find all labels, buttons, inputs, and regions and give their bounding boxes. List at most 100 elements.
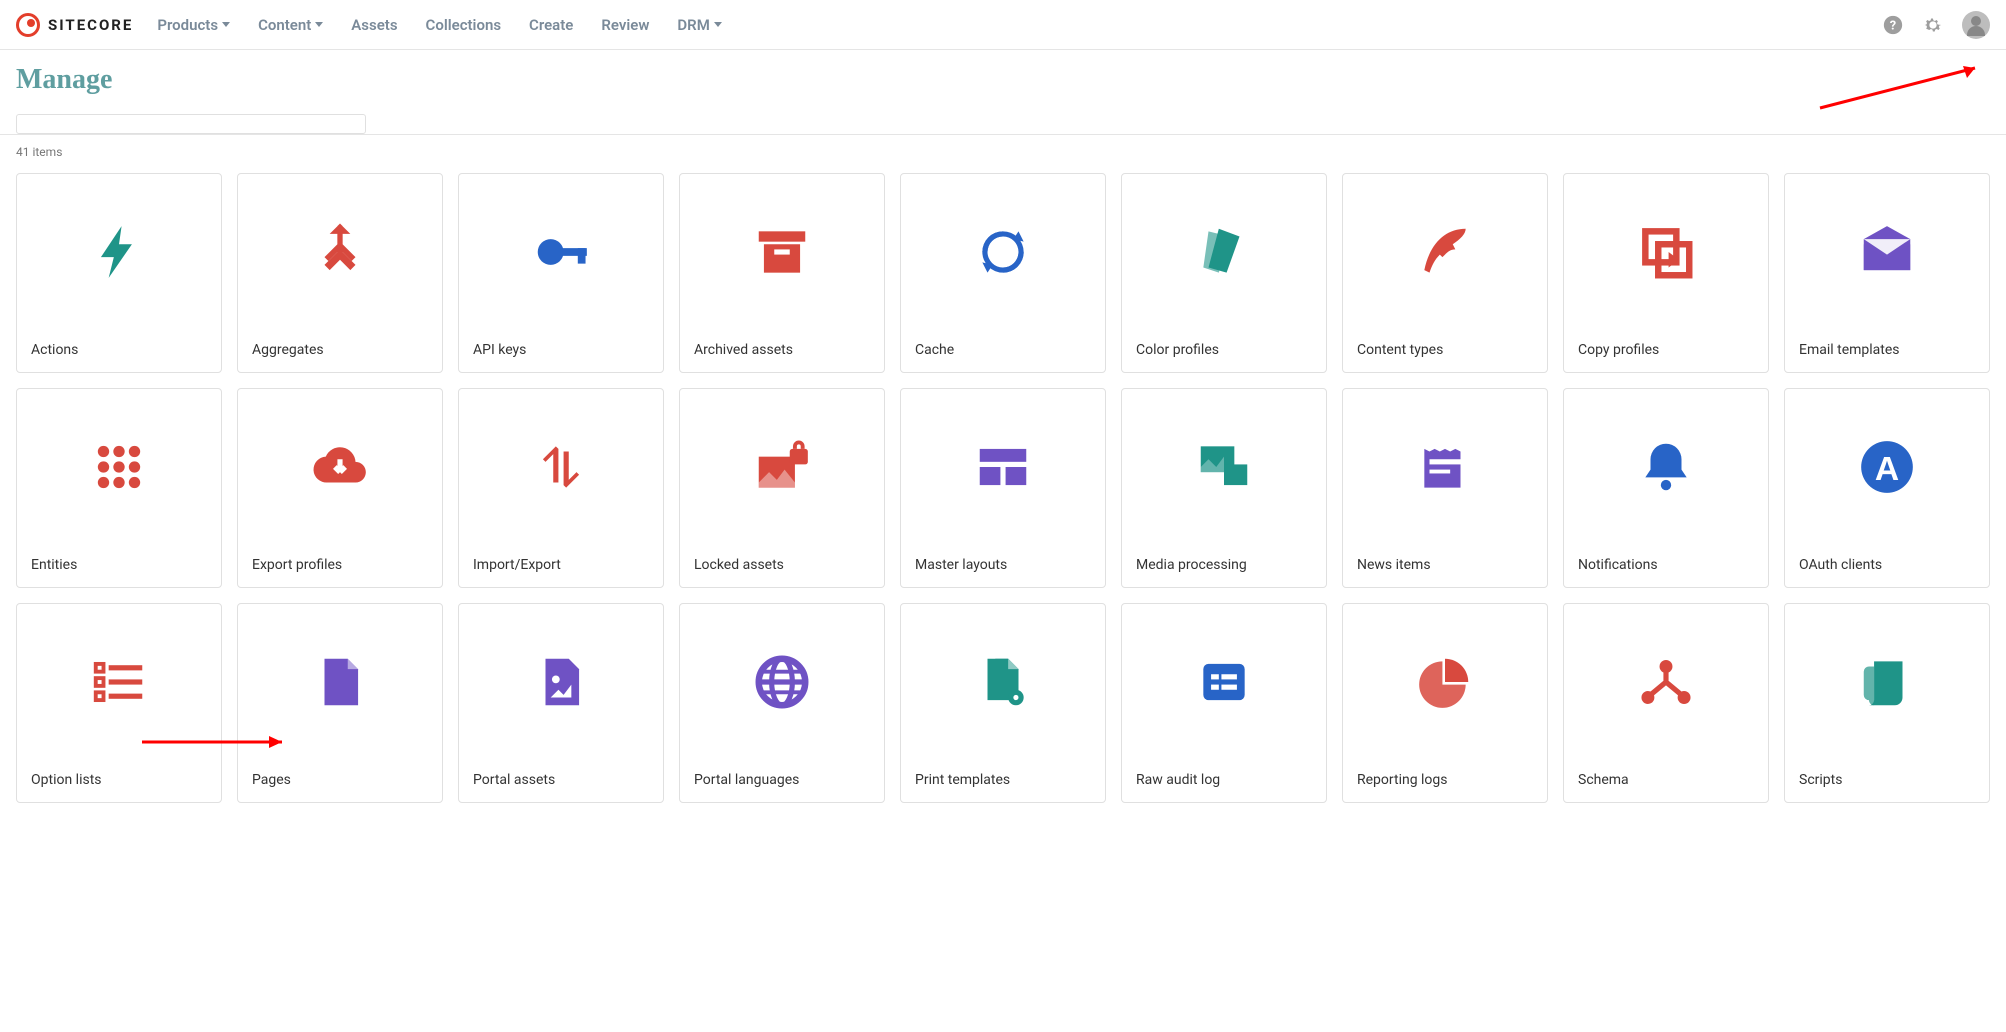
tile-email-templates[interactable]: Email templates xyxy=(1784,173,1990,373)
tile-schema[interactable]: Schema xyxy=(1563,603,1769,803)
scroll-icon xyxy=(1785,604,1989,760)
top-navigation: SITECORE Products Content Assets Collection… xyxy=(0,0,2006,50)
nav-item-review[interactable]: Review xyxy=(601,16,649,34)
tile-pages[interactable]: Pages xyxy=(237,603,443,803)
nav-item-assets[interactable]: Assets xyxy=(351,16,397,34)
lockimage-icon xyxy=(680,389,884,545)
grid9-icon xyxy=(17,389,221,545)
tile-oauth-clients[interactable]: OAuth clients xyxy=(1784,388,1990,588)
nav-item-label: Content xyxy=(258,16,311,34)
tile-api-keys[interactable]: API keys xyxy=(458,173,664,373)
tile-import-export[interactable]: Import/Export xyxy=(458,388,664,588)
topnav-right: ? xyxy=(1882,11,1990,39)
gear-icon[interactable] xyxy=(1922,14,1944,36)
logo-icon xyxy=(16,13,40,37)
tile-label: Entities xyxy=(17,545,221,587)
tile-option-lists[interactable]: Option lists xyxy=(16,603,222,803)
nav-items: Products Content Assets Collections Create Re… xyxy=(157,16,721,34)
nav-item-products[interactable]: Products xyxy=(157,16,230,34)
page-title: Manage xyxy=(16,64,1990,96)
tile-color-profiles[interactable]: Color profiles xyxy=(1121,173,1327,373)
tile-label: News items xyxy=(1343,545,1547,587)
tile-label: Scripts xyxy=(1785,760,1989,802)
nav-item-label: Review xyxy=(601,16,649,34)
schema-icon xyxy=(1564,604,1768,760)
list-icon xyxy=(17,604,221,760)
tile-label: API keys xyxy=(459,330,663,372)
help-icon[interactable]: ? xyxy=(1882,14,1904,36)
tile-label: Media processing xyxy=(1122,545,1326,587)
tile-label: Option lists xyxy=(17,760,221,802)
tile-label: Copy profiles xyxy=(1564,330,1768,372)
logo[interactable]: SITECORE xyxy=(16,13,133,37)
tile-label: Archived assets xyxy=(680,330,884,372)
nav-item-label: Assets xyxy=(351,16,397,34)
nav-item-drm[interactable]: DRM xyxy=(677,16,721,34)
merge-icon xyxy=(238,174,442,330)
tile-scripts[interactable]: Scripts xyxy=(1784,603,1990,803)
bell-icon xyxy=(1564,389,1768,545)
feather-icon xyxy=(1343,174,1547,330)
tile-label: Notifications xyxy=(1564,545,1768,587)
tile-label: Locked assets xyxy=(680,545,884,587)
tile-media-processing[interactable]: Media processing xyxy=(1121,388,1327,588)
tile-label: Raw audit log xyxy=(1122,760,1326,802)
tile-label: OAuth clients xyxy=(1785,545,1989,587)
tile-label: Export profiles xyxy=(238,545,442,587)
tile-label: Aggregates xyxy=(238,330,442,372)
user-avatar[interactable] xyxy=(1962,11,1990,39)
copy-icon xyxy=(1564,174,1768,330)
tile-portal-assets[interactable]: Portal assets xyxy=(458,603,664,803)
media-icon xyxy=(1122,389,1326,545)
tile-label: Cache xyxy=(901,330,1105,372)
nav-item-label: Create xyxy=(529,16,573,34)
chevron-down-icon xyxy=(315,22,323,27)
search-input[interactable] xyxy=(16,114,366,134)
tile-copy-profiles[interactable]: Copy profiles xyxy=(1563,173,1769,373)
page-header: Manage xyxy=(0,50,2006,135)
tile-print-templates[interactable]: Print templates xyxy=(900,603,1106,803)
key-icon xyxy=(459,174,663,330)
tile-label: Reporting logs xyxy=(1343,760,1547,802)
archive-icon xyxy=(680,174,884,330)
svg-text:?: ? xyxy=(1890,18,1896,33)
tile-actions[interactable]: Actions xyxy=(16,173,222,373)
nav-item-collections[interactable]: Collections xyxy=(426,16,502,34)
tile-label: Color profiles xyxy=(1122,330,1326,372)
tiles-grid: Actions Aggregates API keys Archived assets… xyxy=(16,173,1990,803)
tile-notifications[interactable]: Notifications xyxy=(1563,388,1769,588)
nav-item-label: Collections xyxy=(426,16,502,34)
tile-portal-languages[interactable]: Portal languages xyxy=(679,603,885,803)
tile-aggregates[interactable]: Aggregates xyxy=(237,173,443,373)
form-icon xyxy=(1122,604,1326,760)
tile-reporting-logs[interactable]: Reporting logs xyxy=(1342,603,1548,803)
nav-item-label: Products xyxy=(157,16,218,34)
tile-label: Print templates xyxy=(901,760,1105,802)
globe-icon xyxy=(680,604,884,760)
pageimg-icon xyxy=(459,604,663,760)
tile-content-types[interactable]: Content types xyxy=(1342,173,1548,373)
tile-export-profiles[interactable]: Export profiles xyxy=(237,388,443,588)
tile-label: Master layouts xyxy=(901,545,1105,587)
tile-locked-assets[interactable]: Locked assets xyxy=(679,388,885,588)
tile-label: Pages xyxy=(238,760,442,802)
oauth-icon xyxy=(1785,389,1989,545)
nav-item-content[interactable]: Content xyxy=(258,16,323,34)
tile-archived-assets[interactable]: Archived assets xyxy=(679,173,885,373)
tile-entities[interactable]: Entities xyxy=(16,388,222,588)
tile-label: Content types xyxy=(1343,330,1547,372)
refresh-icon xyxy=(901,174,1105,330)
swatches-icon xyxy=(1122,174,1326,330)
tile-label: Email templates xyxy=(1785,330,1989,372)
nav-item-label: DRM xyxy=(677,16,709,34)
tile-label: Portal languages xyxy=(680,760,884,802)
tile-label: Portal assets xyxy=(459,760,663,802)
logo-text: SITECORE xyxy=(48,16,133,34)
tile-news-items[interactable]: News items xyxy=(1342,388,1548,588)
tile-label: Import/Export xyxy=(459,545,663,587)
tile-cache[interactable]: Cache xyxy=(900,173,1106,373)
tile-raw-audit-log[interactable]: Raw audit log xyxy=(1121,603,1327,803)
tile-label: Schema xyxy=(1564,760,1768,802)
nav-item-create[interactable]: Create xyxy=(529,16,573,34)
tile-master-layouts[interactable]: Master layouts xyxy=(900,388,1106,588)
